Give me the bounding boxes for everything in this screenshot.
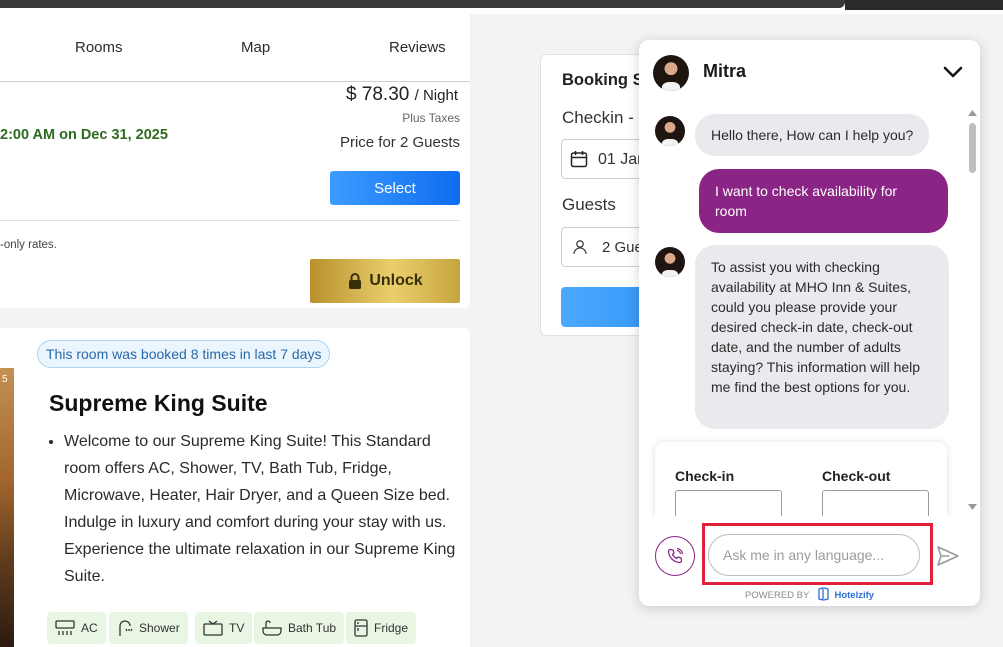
tab-rooms[interactable]: Rooms xyxy=(75,39,123,56)
scroll-down-icon[interactable] xyxy=(968,504,977,511)
checkout-input[interactable] xyxy=(822,490,929,516)
amenity-label: Fridge xyxy=(374,621,409,635)
scroll-thumb[interactable] xyxy=(969,123,976,173)
phone-icon xyxy=(667,548,683,564)
lock-icon xyxy=(349,273,362,289)
top-strip-right xyxy=(845,0,1003,10)
image-corner-text: 5 xyxy=(2,374,8,385)
form-checkout-label: Check-out xyxy=(822,468,891,484)
bot-avatar xyxy=(655,247,685,277)
amenity-label: Shower xyxy=(139,621,180,635)
unlock-label: Unlock xyxy=(369,272,423,289)
chat-message-input[interactable] xyxy=(708,534,920,576)
send-icon[interactable] xyxy=(936,545,960,567)
brand-name: Hotelzify xyxy=(834,590,875,601)
chat-messages[interactable]: Hello there, How can I help you? I want … xyxy=(639,106,980,516)
tv-icon xyxy=(203,620,223,636)
date-form-card: Check-in Check-out xyxy=(655,442,947,516)
checkin-input[interactable] xyxy=(675,490,782,516)
bot-message: Hello there, How can I help you? xyxy=(695,114,930,156)
top-strip xyxy=(0,0,845,8)
amenity-bath-tub: Bath Tub xyxy=(254,612,345,644)
room-card: 5 This room was booked 8 times in last 7… xyxy=(0,328,470,647)
powered-by: POWERED BY Hotelzify xyxy=(639,587,980,601)
agent-avatar xyxy=(653,55,689,91)
amenity-shower: Shower xyxy=(109,612,188,644)
amenity-tv: TV xyxy=(195,612,253,644)
price-per: / Night xyxy=(414,87,458,104)
amenity-ac: AC xyxy=(47,612,106,644)
hotelzify-logo-icon xyxy=(818,587,829,601)
guests-label: Guests xyxy=(562,195,616,214)
user-icon xyxy=(573,240,587,255)
agent-name: Mitra xyxy=(703,61,747,81)
user-message: I want to check availability for room xyxy=(699,169,948,233)
amenity-label: Bath Tub xyxy=(288,621,337,635)
bathtub-icon xyxy=(262,620,282,636)
nightly-price: $ 78.30 / Night xyxy=(346,84,458,106)
checkin-label: Checkin - ( xyxy=(562,108,645,127)
amenity-label: AC xyxy=(81,621,98,635)
bot-message: To assist you with checking availability… xyxy=(695,245,949,429)
tab-map[interactable]: Map xyxy=(241,39,270,56)
scroll-up-icon[interactable] xyxy=(968,110,977,117)
rate-card: Rooms Map Reviews $ 78.30 / Night Plus T… xyxy=(0,14,470,308)
room-title: Supreme King Suite xyxy=(49,390,268,416)
chevron-down-icon[interactable] xyxy=(941,62,965,82)
calendar-icon xyxy=(570,151,588,168)
fridge-icon xyxy=(354,619,368,637)
price-guests-label: Price for 2 Guests xyxy=(339,134,460,151)
booking-summary-title: Booking S xyxy=(562,71,644,89)
divider xyxy=(0,220,460,221)
cancellation-deadline: 2:00 AM on Dec 31, 2025 xyxy=(0,127,168,143)
room-description-text: Welcome to our Supreme King Suite! This … xyxy=(64,428,466,590)
rates-note: -only rates. xyxy=(0,239,57,251)
shower-icon xyxy=(119,620,133,636)
browser-top-bar xyxy=(0,0,1003,14)
room-image[interactable]: 5 xyxy=(0,368,14,647)
call-button[interactable] xyxy=(655,536,695,576)
amenity-fridge: Fridge xyxy=(346,612,417,644)
unlock-button[interactable]: Unlock xyxy=(310,259,460,303)
room-description: Welcome to our Supreme King Suite! This … xyxy=(46,428,466,590)
nav-tabs: Rooms Map Reviews xyxy=(0,14,470,82)
tab-reviews[interactable]: Reviews xyxy=(389,39,446,56)
form-checkin-label: Check-in xyxy=(675,468,735,484)
price-amount: $ 78.30 xyxy=(345,84,410,105)
guests-value: 2 Gue xyxy=(602,239,643,256)
chat-header: Mitra xyxy=(639,40,980,106)
amenity-label: TV xyxy=(229,621,245,635)
ac-icon xyxy=(55,620,75,635)
chat-widget: Mitra Hello there, How can I help you? I… xyxy=(639,40,980,606)
booked-badge: This room was booked 8 times in last 7 d… xyxy=(37,340,331,368)
plus-taxes-label: Plus Taxes xyxy=(402,111,460,125)
select-button[interactable]: Select xyxy=(330,171,460,205)
powered-by-label: POWERED BY xyxy=(744,590,810,601)
bot-avatar xyxy=(655,116,685,146)
chat-scrollbar[interactable] xyxy=(967,110,977,515)
